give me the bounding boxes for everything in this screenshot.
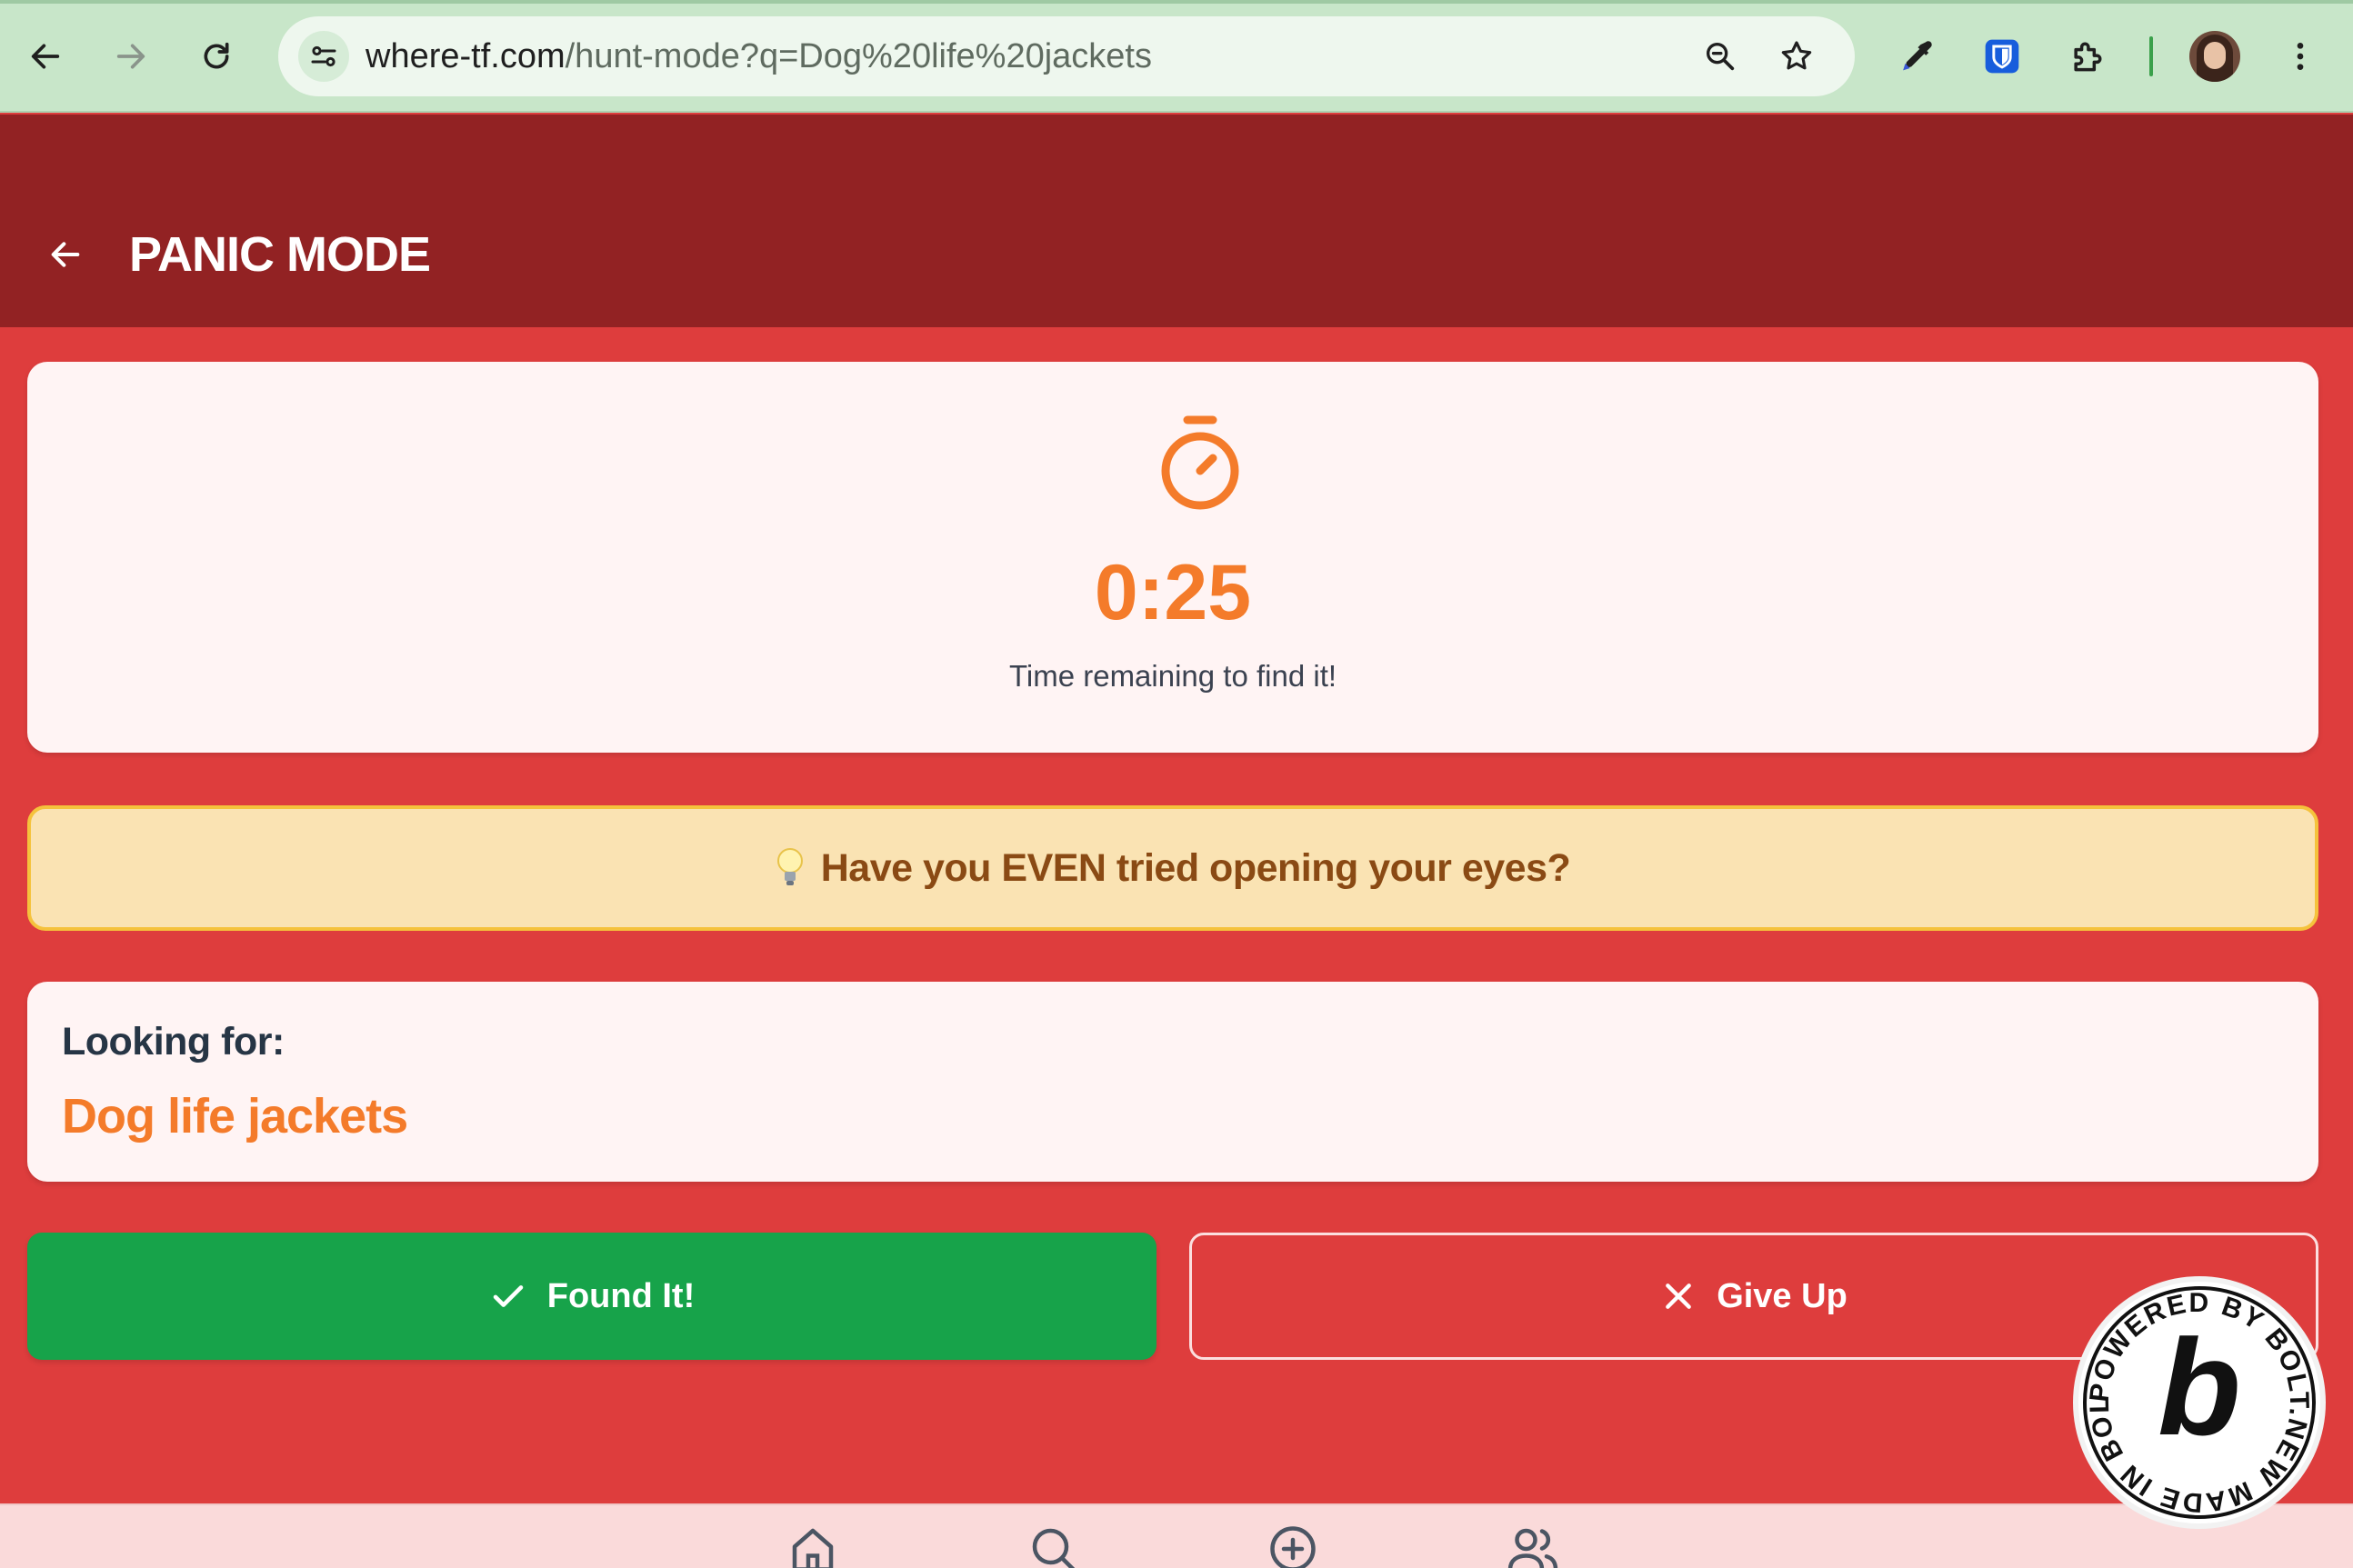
- reload-icon[interactable]: [187, 27, 245, 85]
- timer-card: 0:25 Time remaining to find it!: [27, 362, 2318, 753]
- bottom-navigation: [0, 1503, 2353, 1568]
- profile-avatar[interactable]: [2189, 31, 2240, 82]
- bolt-badge-logo: POWERED BY BOLT.NEW MADE IN BOLT.NEW b: [2065, 1258, 2316, 1519]
- url-path: /hunt-mode?q=Dog%20life%20jackets: [565, 37, 1152, 75]
- give-up-label: Give Up: [1717, 1277, 1847, 1315]
- page-title: PANIC MODE: [129, 227, 431, 282]
- search-icon[interactable]: [1026, 1522, 1080, 1568]
- tab-strip-edge: [0, 0, 2353, 4]
- users-icon[interactable]: [1506, 1522, 1560, 1568]
- hint-banner: Have you EVEN tried opening your eyes?: [27, 805, 2318, 931]
- bitwarden-shield-icon[interactable]: [1973, 27, 2031, 85]
- url-host: where-tf.com: [365, 37, 566, 75]
- found-it-button[interactable]: Found It!: [27, 1233, 1156, 1360]
- hint-text: Have you EVEN tried opening your eyes?: [820, 846, 1571, 890]
- target-item: Dog life jackets: [62, 1089, 408, 1144]
- add-circle-icon[interactable]: [1266, 1522, 1320, 1568]
- browser-toolbar: where-tf.com/hunt-mode?q=Dog%20life%20ja…: [0, 0, 2353, 113]
- found-it-label: Found It!: [546, 1277, 696, 1315]
- target-card: Looking for: Dog life jackets: [27, 982, 2318, 1182]
- home-icon[interactable]: [786, 1522, 840, 1568]
- countdown-time: 0:25: [1094, 549, 1252, 636]
- eyedropper-icon[interactable]: [1887, 27, 1946, 85]
- stopwatch-icon: [1155, 414, 1246, 514]
- more-vert-icon[interactable]: [2271, 27, 2329, 85]
- site-settings-icon[interactable]: [298, 31, 349, 82]
- countdown-subtitle: Time remaining to find it!: [1008, 659, 1337, 693]
- lightbulb-icon: [776, 846, 805, 890]
- url-text[interactable]: where-tf.com/hunt-mode?q=Dog%20life%20ja…: [365, 16, 1152, 96]
- bookmark-star-icon[interactable]: [1769, 29, 1824, 84]
- check-icon: [493, 1285, 524, 1307]
- app-header: PANIC MODE: [0, 115, 2353, 327]
- zoom-icon[interactable]: [1693, 29, 1747, 84]
- extensions-puzzle-icon[interactable]: [2058, 27, 2117, 85]
- back-arrow-icon[interactable]: [16, 27, 75, 85]
- looking-for-label: Looking for:: [62, 1020, 285, 1064]
- svg-text:b: b: [2158, 1311, 2241, 1463]
- address-bar[interactable]: where-tf.com/hunt-mode?q=Dog%20life%20ja…: [278, 16, 1855, 96]
- avatar-face: [2204, 42, 2226, 69]
- forward-arrow-icon[interactable]: [102, 27, 160, 85]
- toolbar-separator: [2149, 36, 2153, 76]
- close-icon: [1666, 1283, 1692, 1309]
- back-arrow-icon[interactable]: [40, 229, 91, 280]
- bolt-badge[interactable]: POWERED BY BOLT.NEW MADE IN BOLT.NEW b: [2065, 1258, 2320, 1523]
